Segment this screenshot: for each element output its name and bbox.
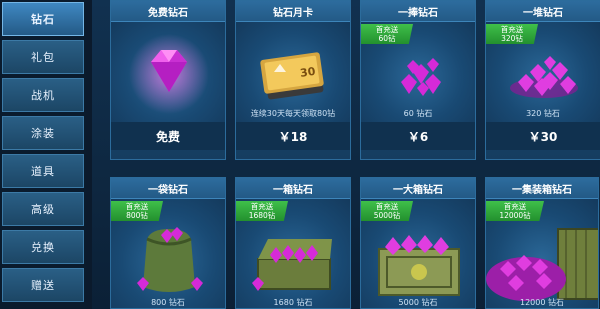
gem-chest-icon: 首充送 1680钻 1680 钻石: [236, 199, 350, 308]
first-charge-badge: 首充送 60钻: [361, 24, 413, 44]
first-charge-badge: 首充送 12000钻: [486, 201, 544, 221]
card-title: 一堆钻石: [486, 1, 600, 22]
shop-card-container-diamonds[interactable]: 一集装箱钻石 首充送 12000钻 12000 钻石: [485, 177, 599, 309]
first-charge-badge: 首充送 320钻: [486, 24, 538, 44]
month-card-icon: 30 连续30天每天领取80钻: [236, 22, 350, 122]
card-title: 一大箱钻石: [361, 178, 475, 199]
sidebar-item-skins[interactable]: 涂装: [2, 116, 84, 150]
first-charge-badge: 首充送 1680钻: [236, 201, 288, 221]
sidebar-item-gift-packs[interactable]: 礼包: [2, 40, 84, 74]
shop-card-bag-diamonds[interactable]: 一袋钻石 首充送 800钻 800 钻石: [110, 177, 226, 309]
buy-button-pile[interactable]: ￥30: [486, 122, 600, 150]
card-caption: 12000 钻石: [520, 298, 564, 307]
card-title: 一捧钻石: [361, 1, 475, 22]
card-title: 钻石月卡: [236, 1, 350, 22]
sidebar-item-premium[interactable]: 高级: [2, 192, 84, 226]
gem-icon: [111, 22, 225, 122]
sidebar-item-diamonds[interactable]: 钻石: [2, 2, 84, 36]
card-caption: 800 钻石: [151, 298, 185, 307]
card-title: 一袋钻石: [111, 178, 225, 199]
card-caption: 60 钻石: [403, 109, 433, 118]
gem-container-icon: 首充送 12000钻 12000 钻石: [486, 199, 598, 308]
sidebar-item-items[interactable]: 道具: [2, 154, 84, 188]
card-title: 一箱钻石: [236, 178, 350, 199]
sidebar-item-gift[interactable]: 赠送: [2, 268, 84, 302]
gem-crate-icon: 首充送 5000钻 5000 钻石: [361, 199, 475, 308]
month-card-number: 30: [299, 65, 316, 80]
card-caption: 连续30天每天领取80钻: [250, 109, 336, 118]
shop-panel: 免费钻石 免费 钻石月卡 30 连续30天每天领取80钻 ￥18 一捧钻石 首充…: [92, 0, 600, 309]
sidebar-item-fighters[interactable]: 战机: [2, 78, 84, 112]
buy-button-handful[interactable]: ￥6: [361, 122, 475, 150]
shop-card-pile-diamonds[interactable]: 一堆钻石 首充送 320钻 320 钻石 ￥30: [485, 0, 600, 160]
shop-card-chest-diamonds[interactable]: 一箱钻石 首充送 1680钻 1680 钻石: [235, 177, 351, 309]
category-sidebar: 钻石 礼包 战机 涂装 道具 高级 兑换 赠送: [0, 0, 86, 309]
shop-card-handful-diamonds[interactable]: 一捧钻石 首充送 60钻 60 钻石 ￥6: [360, 0, 476, 160]
first-charge-badge: 首充送 800钻: [111, 201, 163, 221]
gem-bag-icon: 首充送 800钻 800 钻石: [111, 199, 225, 308]
shop-card-large-chest-diamonds[interactable]: 一大箱钻石 首充送 5000钻 5000 钻石: [360, 177, 476, 309]
buy-button-free[interactable]: 免费: [111, 122, 225, 150]
gem-pile-icon: 首充送 320钻 320 钻石: [486, 22, 600, 122]
card-title: 免费钻石: [111, 1, 225, 22]
card-caption: 320 钻石: [526, 109, 560, 118]
card-title: 一集装箱钻石: [486, 178, 598, 199]
gem-handful-icon: 首充送 60钻 60 钻石: [361, 22, 475, 122]
shop-card-free-diamonds[interactable]: 免费钻石 免费: [110, 0, 226, 160]
card-caption: 5000 钻石: [398, 298, 438, 307]
buy-button-month-card[interactable]: ￥18: [236, 122, 350, 150]
sidebar-item-exchange[interactable]: 兑换: [2, 230, 84, 264]
card-caption: 1680 钻石: [273, 298, 313, 307]
shop-card-month-card[interactable]: 钻石月卡 30 连续30天每天领取80钻 ￥18: [235, 0, 351, 160]
first-charge-badge: 首充送 5000钻: [361, 201, 413, 221]
